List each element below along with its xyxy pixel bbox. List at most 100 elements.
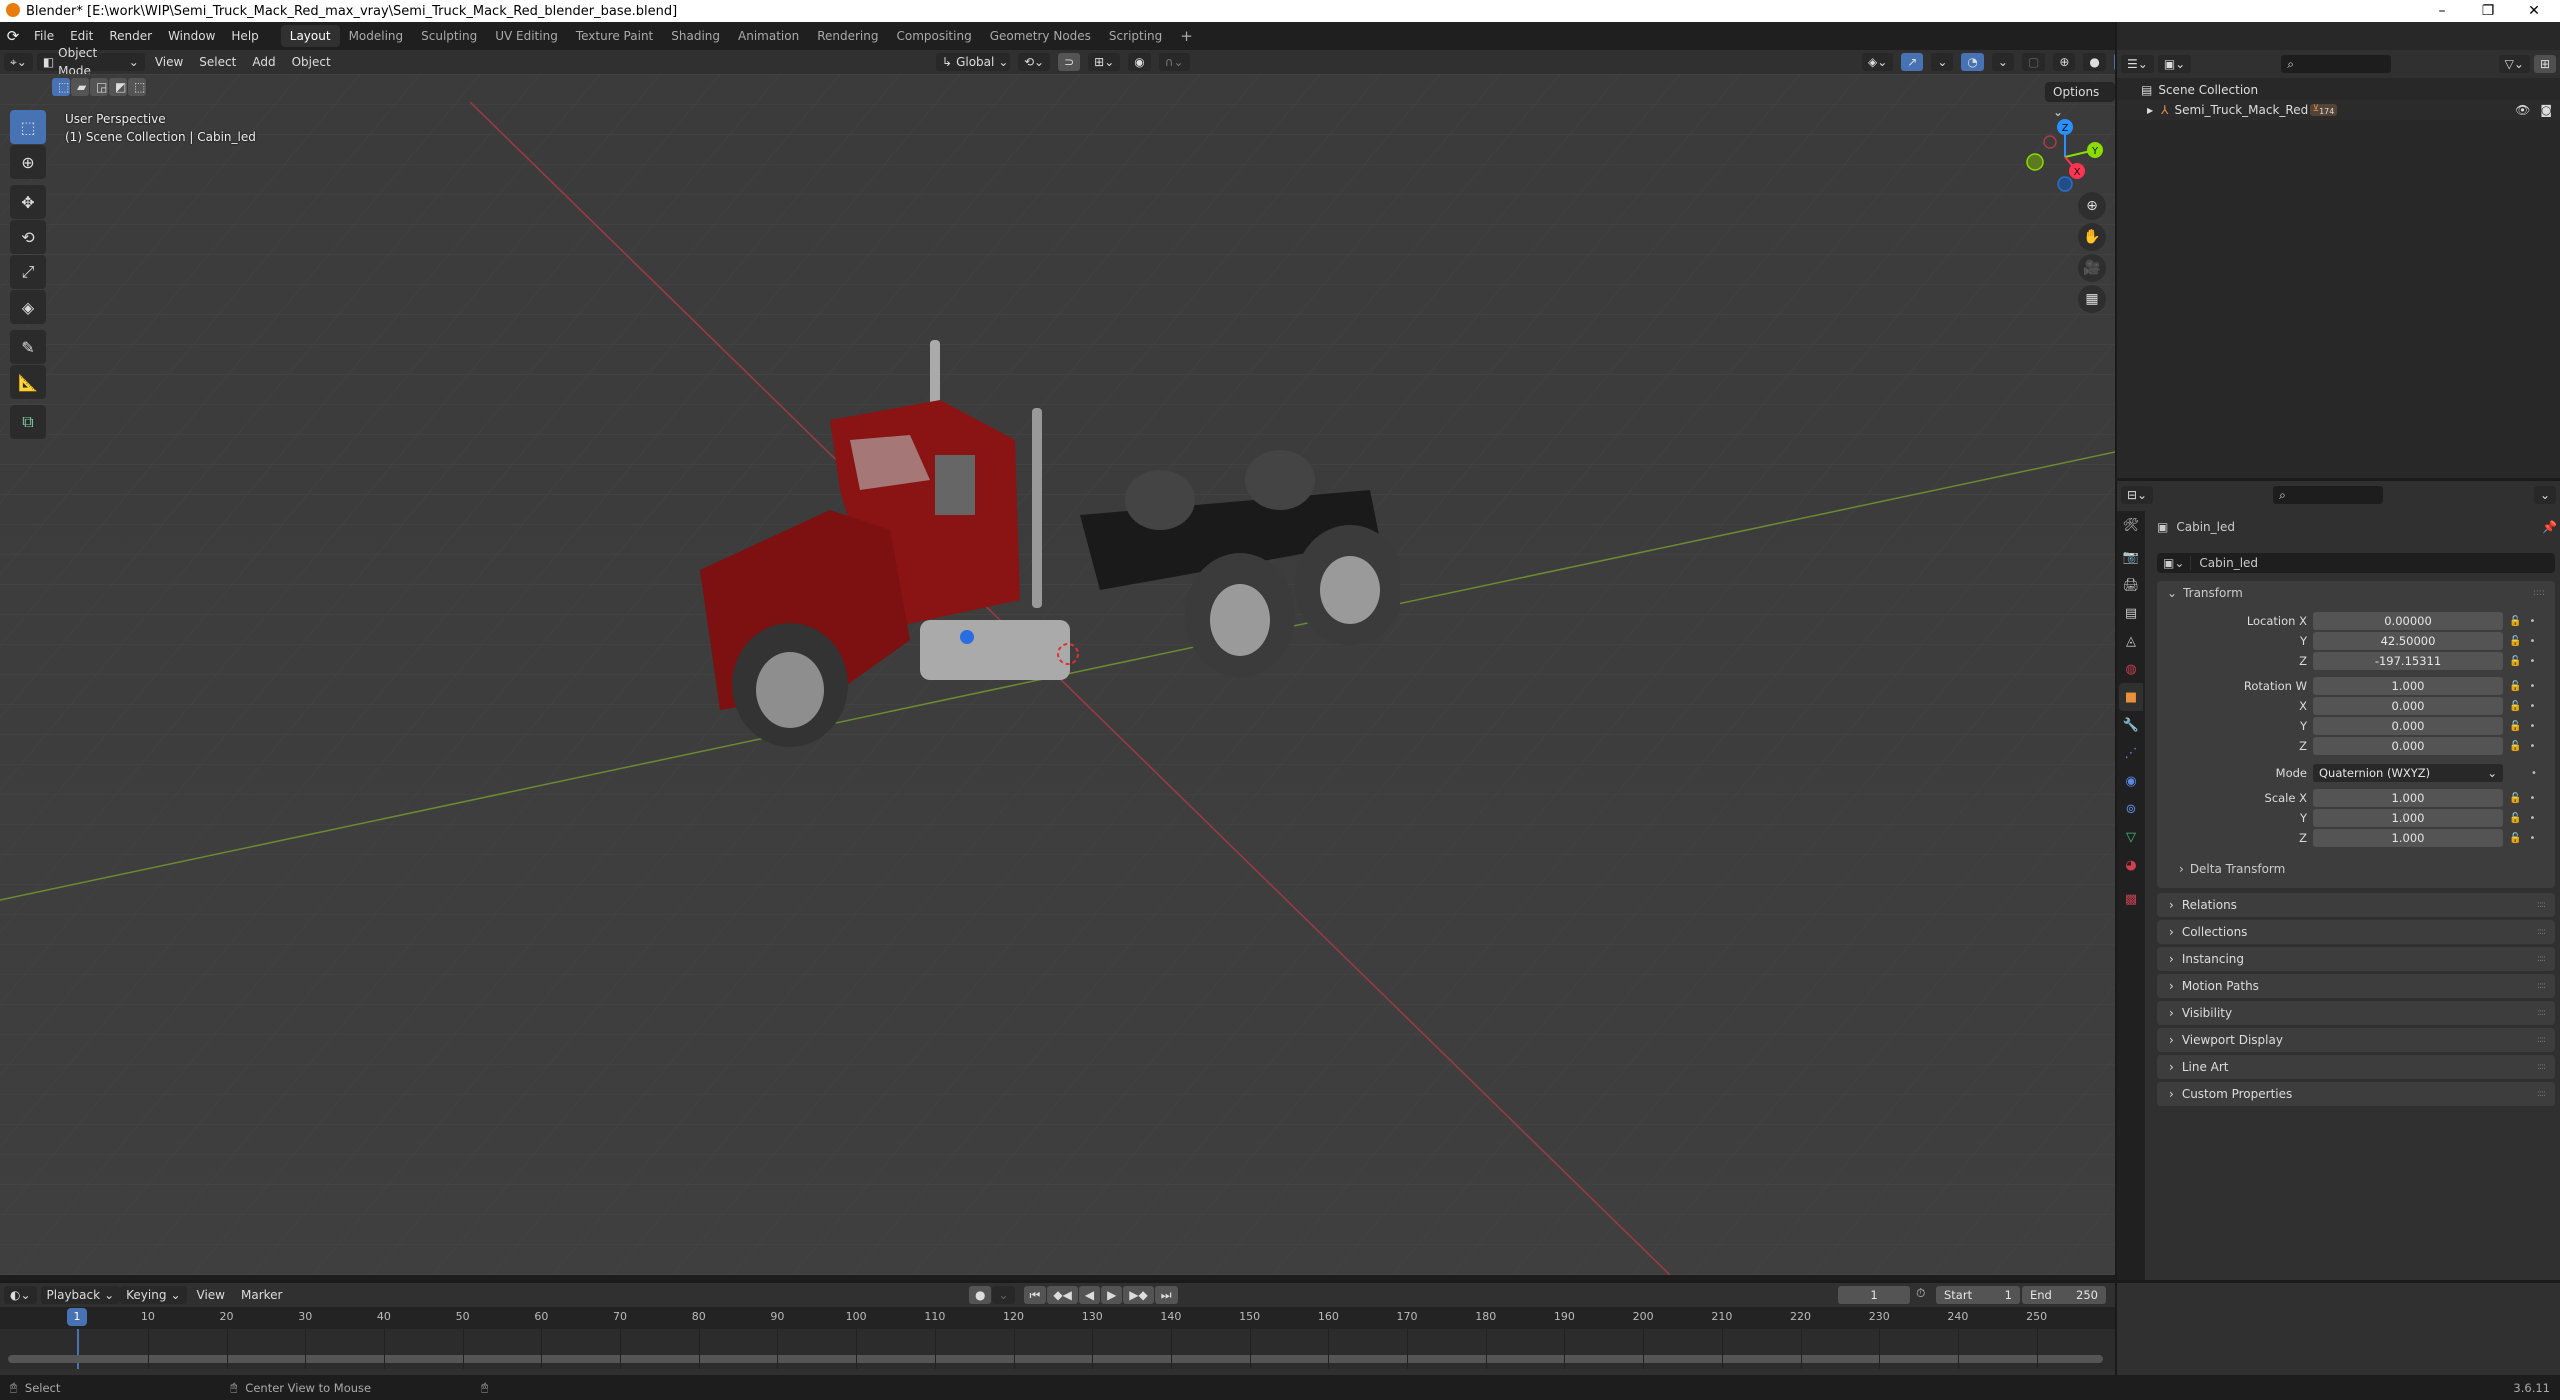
tab-modeling[interactable]: Modeling [340,25,413,47]
tab-animation[interactable]: Animation [729,25,808,47]
menu-file[interactable]: File [26,29,62,43]
auto-keying-dropdown[interactable]: ⌄ [992,1286,1015,1304]
jump-to-start-button[interactable]: ⏮ [1023,1286,1047,1304]
cursor-tool[interactable]: ⊕ [10,145,46,179]
view-layer-tab-icon[interactable]: ▤ [2119,599,2143,627]
lock-icon[interactable]: 🔓 [2509,656,2521,667]
start-frame-field[interactable]: Start 1 [1936,1286,2020,1304]
selectability-dropdown[interactable]: ◈⌄ [1862,53,1894,71]
frame-ruler[interactable]: 10 20 30 40 50 60 70 80 90 100 110 120 130 140 150 160 1… [0,1307,2115,1329]
object-tab-icon[interactable]: ■ [2119,683,2143,711]
close-button[interactable]: ✕ [2512,0,2556,22]
playhead-frame-indicator[interactable]: 1 [67,1308,87,1326]
panel-custom-properties[interactable]: › Custom Properties:::: [2157,1082,2555,1106]
tab-compositing[interactable]: Compositing [887,25,980,47]
lock-icon[interactable]: 🔓 [2509,701,2521,712]
navigation-gizmo[interactable]: Z Y X [2020,112,2115,202]
lock-icon[interactable]: 🔓 [2509,636,2521,647]
tab-uv-editing[interactable]: UV Editing [486,25,567,47]
menu-render[interactable]: Render [101,29,160,43]
rotation-mode-dropdown[interactable]: Quaternion (WXYZ) ⌄ [2313,764,2503,782]
play-button[interactable]: ▶ [1101,1286,1123,1304]
transform-panel-header[interactable]: ⌄ Transform :::: [2157,581,2555,605]
outliner-editor-type-button[interactable]: ☰⌄ [2121,55,2154,73]
modifier-tab-icon[interactable]: 🔧 [2119,711,2143,739]
texture-tab-icon[interactable]: ▩ [2119,885,2143,913]
xray-toggle[interactable]: ▢ [2021,53,2046,71]
scale-x-field[interactable]: 1.000 [2313,789,2503,807]
filter-dropdown[interactable]: ▽⌄ [2498,55,2530,73]
select-extend-button[interactable]: ▰ [71,78,89,96]
annotate-tool[interactable]: ✎ [10,330,46,364]
playback-dropdown[interactable]: Playback ⌄ [40,1286,121,1304]
jump-to-next-keyframe-button[interactable]: ▶◆ [1123,1286,1154,1304]
select-invert-button[interactable]: ◩ [109,78,127,96]
rotation-y-field[interactable]: 0.000 [2313,717,2503,735]
jump-to-prev-keyframe-button[interactable]: ◆◀ [1047,1286,1078,1304]
select-subtract-button[interactable]: ◲ [90,78,108,96]
overlays-toggle[interactable]: ◔ [1961,53,1984,71]
stopwatch-icon[interactable]: ⏱ [1916,1286,1934,1304]
proportional-falloff-dropdown[interactable]: ∩⌄ [1158,53,1190,71]
location-y-field[interactable]: 42.50000 [2313,632,2503,650]
lock-icon[interactable]: 🔓 [2509,833,2521,844]
current-frame-field[interactable]: 1 [1838,1286,1910,1304]
panel-relations[interactable]: › Relations:::: [2157,893,2555,917]
panel-viewport-display[interactable]: › Viewport Display:::: [2157,1028,2555,1052]
properties-options-dropdown[interactable]: ⌄ [2533,486,2556,504]
constraints-tab-icon[interactable]: ⊚ [2119,795,2143,823]
scale-y-field[interactable]: 1.000 [2313,809,2503,827]
lock-icon[interactable]: 🔓 [2509,741,2521,752]
select-box-tool[interactable]: ⬚ [10,110,46,144]
snap-toggle[interactable]: ⊃ [1058,53,1081,71]
semi-truck-model[interactable] [680,340,1400,800]
tab-layout[interactable]: Layout [280,25,340,47]
particles-tab-icon[interactable]: ⋰ [2119,739,2143,767]
outliner-scene-collection[interactable]: ▤ Scene Collection [2117,80,2560,100]
panel-instancing[interactable]: › Instancing:::: [2157,947,2555,971]
properties-editor-type-button[interactable]: ⊟⌄ [2121,486,2154,504]
lock-icon[interactable]: 🔓 [2509,793,2521,804]
tab-sculpting[interactable]: Sculpting [412,25,486,47]
scale-z-field[interactable]: 1.000 [2313,829,2503,847]
editor-type-button[interactable]: ⌖⌄ [4,53,33,71]
menu-select[interactable]: Select [193,53,242,71]
auto-keying-toggle[interactable]: ● [969,1286,992,1304]
move-tool[interactable]: ✥ [10,185,46,219]
pan-hand-icon[interactable]: ✋ [2078,223,2106,251]
gizmo-toggle[interactable]: ↗ [1901,53,1924,71]
keying-dropdown[interactable]: Keying ⌄ [120,1286,187,1304]
proportional-edit-toggle[interactable]: ◉ [1128,53,1151,71]
scale-tool[interactable]: ⤢ [10,255,46,289]
end-frame-field[interactable]: End 250 [2022,1286,2106,1304]
select-intersect-button[interactable]: ⬚ [128,78,146,96]
panel-visibility[interactable]: › Visibility:::: [2157,1001,2555,1025]
measure-tool[interactable]: 📐 [10,365,46,399]
rotation-z-field[interactable]: 0.000 [2313,737,2503,755]
object-type-dropdown[interactable]: ▣⌄ [2157,556,2192,570]
keyframe-dot[interactable]: • [2529,656,2535,667]
add-workspace-button[interactable]: + [1171,25,1202,47]
mode-dropdown[interactable]: ◧ Object Mode ⌄ [36,46,145,78]
timeline-track-area[interactable] [0,1329,2115,1369]
properties-search-input[interactable]: ⌕ [2273,486,2384,504]
keyframe-dot[interactable]: • [2529,701,2535,712]
object-name-field[interactable]: ▣⌄ Cabin_led [2157,553,2555,573]
panel-line-art[interactable]: › Line Art:::: [2157,1055,2555,1079]
panel-collections[interactable]: › Collections:::: [2157,920,2555,944]
keyframe-dot[interactable]: • [2531,768,2537,779]
shading-solid-button[interactable]: ● [2083,53,2106,71]
menu-window[interactable]: Window [160,29,223,43]
menu-help[interactable]: Help [223,29,266,43]
maximize-button[interactable]: ❐ [2466,0,2510,22]
play-reverse-button[interactable]: ◀ [1078,1286,1101,1304]
render-tab-icon[interactable]: 📷 [2119,543,2143,571]
lock-icon[interactable]: 🔓 [2509,813,2521,824]
overlays-dropdown[interactable]: ⌄ [1991,53,2014,71]
minimize-button[interactable]: – [2420,0,2464,22]
menu-add[interactable]: Add [246,53,281,71]
gizmo-dropdown[interactable]: ⌄ [1931,53,1954,71]
transform-tool[interactable]: ◈ [10,290,46,324]
timeline-menu-marker[interactable]: Marker [235,1286,288,1304]
lock-icon[interactable]: 🔓 [2509,681,2521,692]
